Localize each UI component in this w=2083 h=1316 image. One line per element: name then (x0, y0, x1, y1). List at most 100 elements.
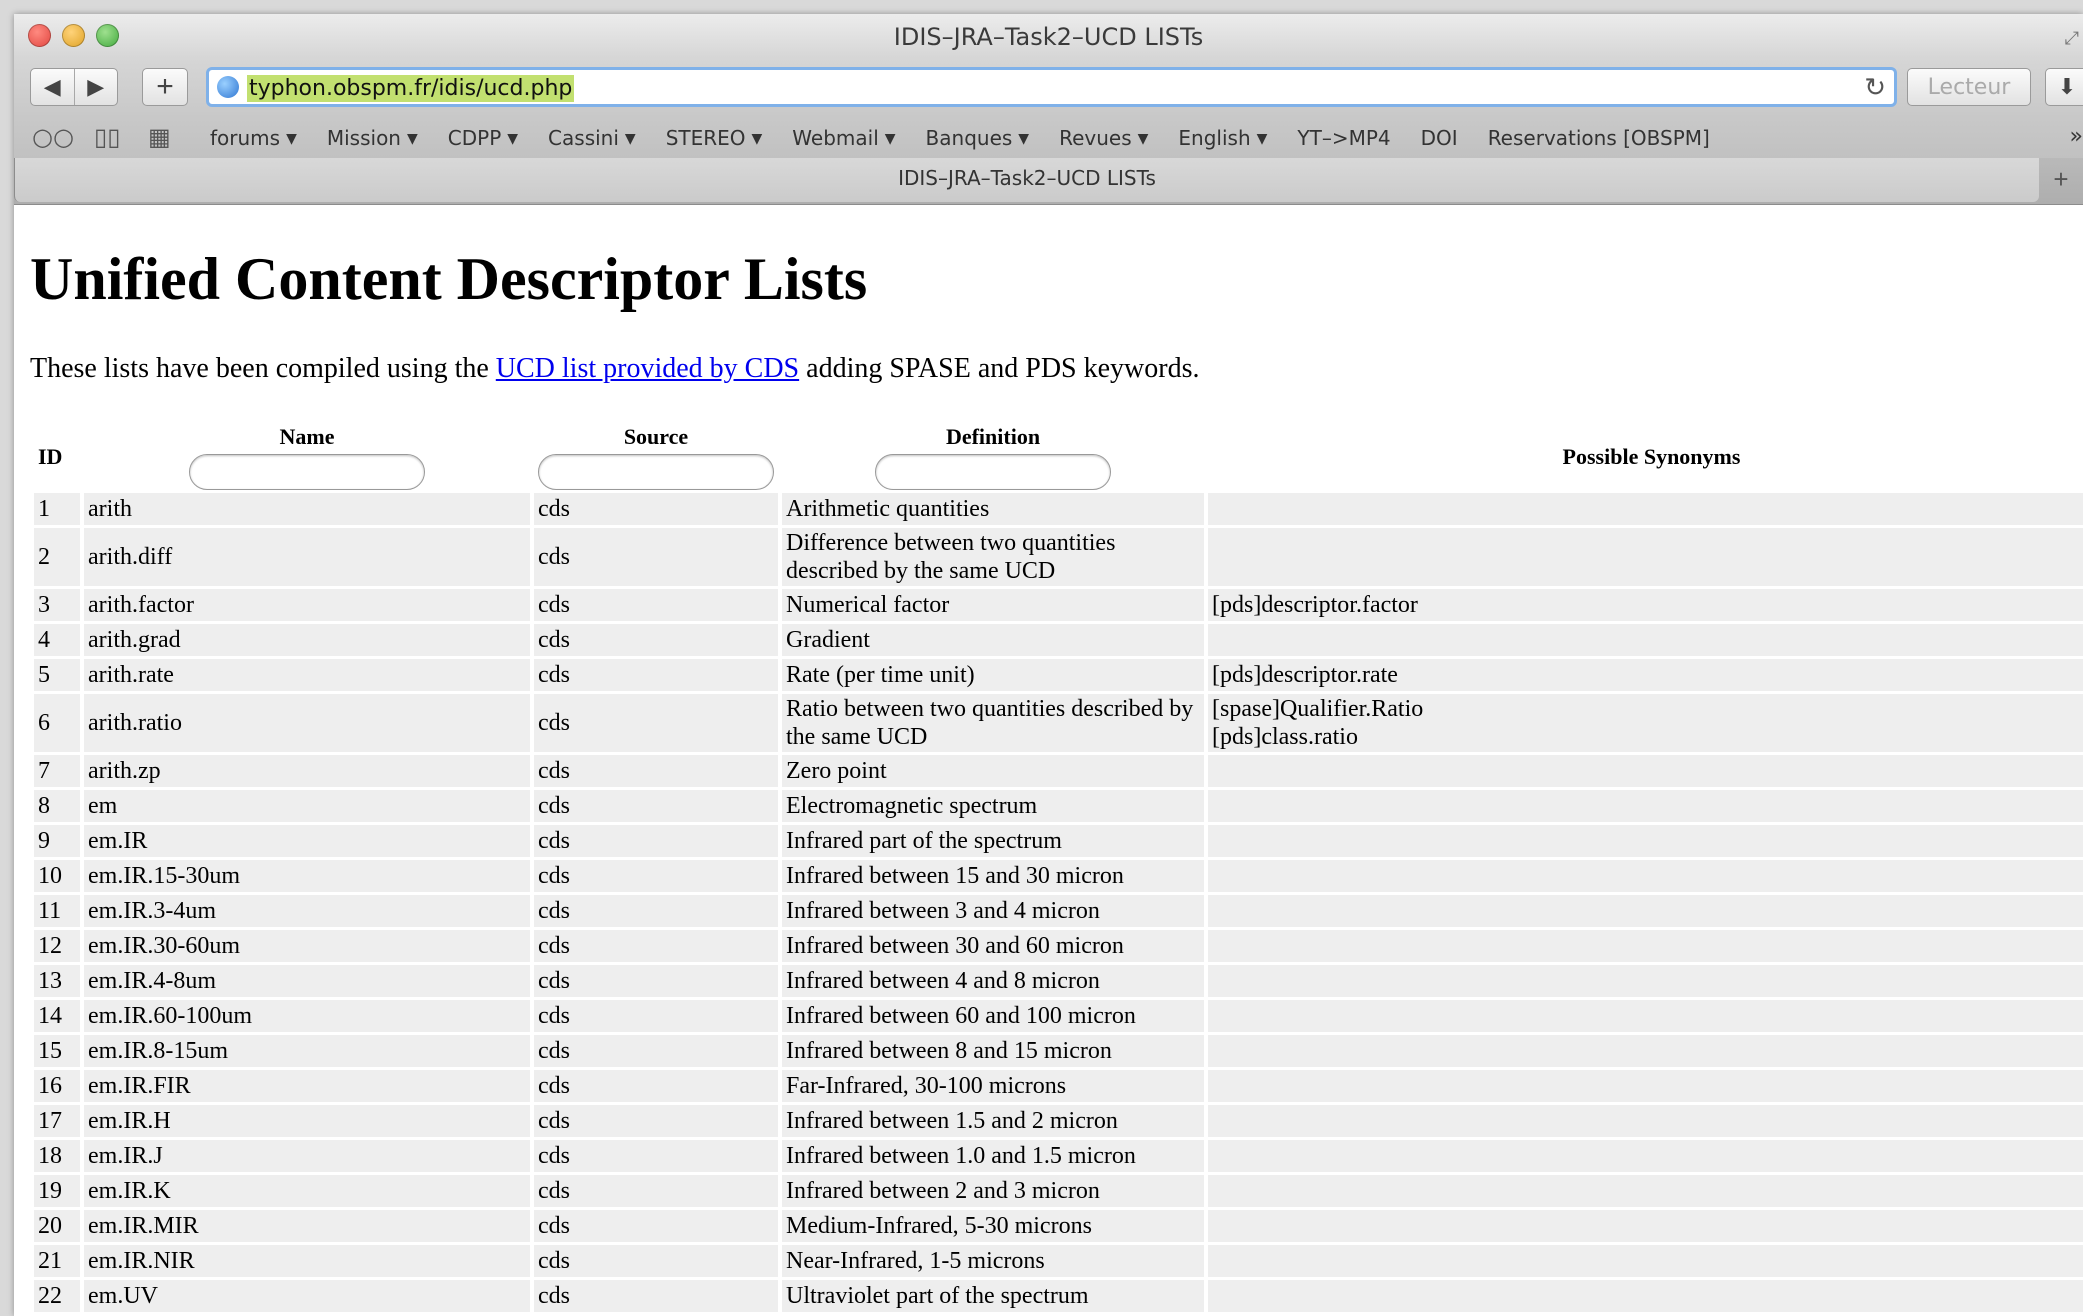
table-row: 15 em.IR.8-15um cds Infrared between 8 and … (34, 1035, 2083, 1067)
cell-source: cds (534, 895, 778, 927)
intro-text-before: These lists have been compiled using the (30, 353, 496, 384)
new-tab-button[interactable]: + (142, 68, 188, 106)
cell-id: 4 (34, 624, 80, 656)
cell-name: em.IR.3-4um (84, 895, 530, 927)
cell-source: cds (534, 1210, 778, 1242)
definition-filter-input[interactable] (875, 454, 1111, 490)
bookmark-item[interactable]: English ▼ (1178, 126, 1267, 150)
table-row: 5 arith.rate cds Rate (per time unit) [pds]d… (34, 659, 2083, 691)
reload-icon[interactable]: ↻ (1864, 72, 1886, 103)
bookmark-label: Banques (925, 126, 1013, 150)
bookmark-item[interactable]: Mission ▼ (327, 126, 418, 150)
cell-synonyms: [spase]Qualifier.Ratio [pds]class.ratio (1208, 694, 2083, 752)
cell-definition: Ultraviolet part of the spectrum (782, 1280, 1204, 1312)
address-bar[interactable]: typhon.obspm.fr/idis/ucd.php ↻ (206, 67, 1897, 107)
source-filter-input[interactable] (538, 454, 774, 490)
bookmark-item[interactable]: Revues ▼ (1059, 126, 1148, 150)
cell-source: cds (534, 860, 778, 892)
bookmark-label: Cassini (548, 126, 619, 150)
bookmark-label: forums (210, 126, 281, 150)
cell-definition: Infrared between 4 and 8 micron (782, 965, 1204, 997)
cell-definition: Infrared part of the spectrum (782, 825, 1204, 857)
cell-name: arith.rate (84, 659, 530, 691)
cell-synonyms (1208, 1280, 2083, 1312)
cell-name: em.IR.4-8um (84, 965, 530, 997)
table-header-row: ID Name Source Definition Possible Synon… (34, 424, 2083, 490)
bookmark-item[interactable]: Reservations [OBSPM] (1488, 126, 1710, 150)
bookmark-label: CDPP (447, 126, 502, 150)
bookmark-item[interactable]: Webmail ▼ (792, 126, 895, 150)
cell-id: 19 (34, 1175, 80, 1207)
synonym: [pds]descriptor.factor (1212, 592, 1418, 618)
page-title: Unified Content Descriptor Lists (30, 246, 868, 312)
table-row: 11 em.IR.3-4um cds Infrared between 3 and 4… (34, 895, 2083, 927)
bookmark-item[interactable]: DOI (1421, 126, 1458, 150)
window-title: IDIS–JRA–Task2–UCD LISTs (893, 23, 1204, 51)
fullscreen-icon[interactable]: ⤢ (2065, 28, 2079, 49)
back-button[interactable]: ◀ (31, 69, 74, 105)
cell-synonyms (1208, 493, 2083, 525)
bookmark-item[interactable]: Banques ▼ (926, 126, 1030, 150)
tab-active[interactable]: IDIS–JRA–Task2–UCD LISTs (14, 158, 2039, 202)
bookmark-item[interactable]: CDPP ▼ (448, 126, 518, 150)
cell-source: cds (534, 1000, 778, 1032)
table-row: 16 em.IR.FIR cds Far-Infrared, 30-100 micro… (34, 1070, 2083, 1102)
book-icon[interactable]: ▯▯ (94, 123, 120, 151)
cell-synonyms (1208, 1175, 2083, 1207)
cell-id: 22 (34, 1280, 80, 1312)
name-filter-input[interactable] (189, 454, 425, 490)
cell-definition: Electromagnetic spectrum (782, 790, 1204, 822)
cell-definition: Rate (per time unit) (782, 659, 1204, 691)
cell-synonyms (1208, 825, 2083, 857)
table-row: 12 em.IR.30-60um cds Infrared between 30 an… (34, 930, 2083, 962)
cell-name: em.UV (84, 1280, 530, 1312)
cell-source: cds (534, 965, 778, 997)
cell-source: cds (534, 1105, 778, 1137)
cell-source: cds (534, 1035, 778, 1067)
cell-id: 17 (34, 1105, 80, 1137)
cell-synonyms (1208, 1140, 2083, 1172)
bookmark-item[interactable]: STEREO ▼ (666, 126, 763, 150)
plus-icon: + (156, 70, 174, 103)
reader-button[interactable]: Lecteur (1907, 68, 2031, 106)
cell-name: em.IR.15-30um (84, 860, 530, 892)
glasses-icon[interactable]: ○○ (32, 123, 74, 151)
bookmarks-bar: ○○ ▯▯ ▦ forums ▼ Mission ▼ CDPP ▼ Cassini ▼ STER… (14, 118, 2083, 158)
cell-definition: Infrared between 1.0 and 1.5 micron (782, 1140, 1204, 1172)
cell-name: em.IR.NIR (84, 1245, 530, 1277)
grid-icon[interactable]: ▦ (148, 123, 171, 151)
table-row: 3 arith.factor cds Numerical factor [pds]des… (34, 589, 2083, 621)
bookmark-item[interactable]: Cassini ▼ (548, 126, 636, 150)
bookmark-item[interactable]: forums ▼ (210, 126, 297, 150)
cell-synonyms (1208, 1035, 2083, 1067)
cell-synonyms (1208, 624, 2083, 656)
cell-definition: Infrared between 2 and 3 micron (782, 1175, 1204, 1207)
cell-definition: Infrared between 15 and 30 micron (782, 860, 1204, 892)
cell-synonyms (1208, 1105, 2083, 1137)
cell-definition: Infrared between 1.5 and 2 micron (782, 1105, 1204, 1137)
cell-definition: Ratio between two quantities described b… (782, 694, 1204, 752)
table-row: 20 em.IR.MIR cds Medium-Infrared, 5-30 micr… (34, 1210, 2083, 1242)
cell-source: cds (534, 1175, 778, 1207)
downloads-button[interactable]: ⬇ (2045, 68, 2083, 106)
cds-ucd-list-link[interactable]: UCD list provided by CDS (496, 353, 799, 384)
table-row: 22 em.UV cds Ultraviolet part of the spectr… (34, 1280, 2083, 1312)
synonym: [pds]class.ratio (1212, 724, 1358, 750)
page-content: Unified Content Descriptor Lists These l… (14, 205, 2083, 1316)
bookmark-label: STEREO (665, 126, 746, 150)
forward-button[interactable]: ▶ (73, 69, 118, 105)
url-text[interactable]: typhon.obspm.fr/idis/ucd.php (247, 75, 575, 102)
intro-paragraph: These lists have been compiled using the… (30, 353, 1199, 385)
add-tab-icon[interactable]: + (2039, 158, 2083, 202)
bookmark-label: English (1178, 126, 1251, 150)
cell-source: cds (534, 790, 778, 822)
table-body: 1 arith cds Arithmetic quantities 2 arith.dif… (34, 493, 2083, 1312)
cell-synonyms (1208, 895, 2083, 927)
cell-name: arith.ratio (84, 694, 530, 752)
bookmark-item[interactable]: YT–>MP4 (1297, 126, 1390, 150)
back-arrow-icon: ◀ (43, 74, 61, 99)
download-icon: ⬇ (2057, 74, 2077, 99)
cell-name: em.IR.K (84, 1175, 530, 1207)
chevron-right-icon[interactable]: » (2070, 124, 2083, 149)
cell-source: cds (534, 1280, 778, 1312)
